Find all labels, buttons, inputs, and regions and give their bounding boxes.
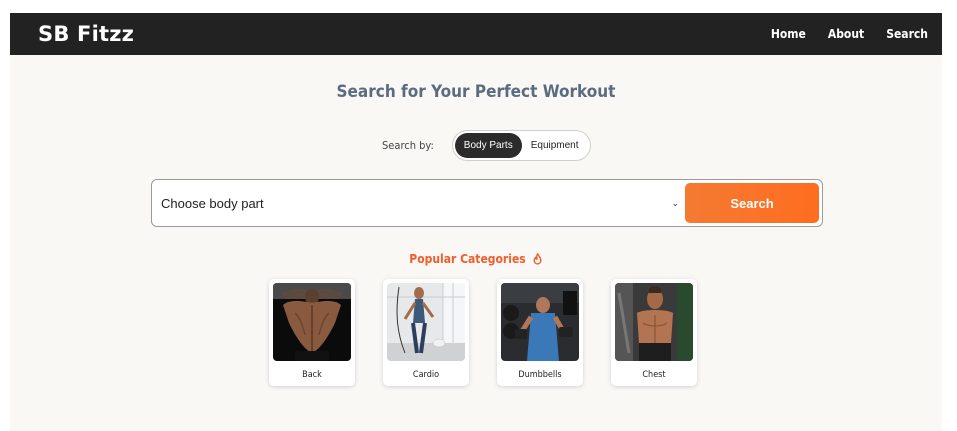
category-label-cardio: Cardio <box>412 370 440 380</box>
category-card-chest[interactable]: Chest <box>611 279 697 386</box>
category-card-back[interactable]: Back <box>269 279 355 386</box>
toggle-equipment[interactable]: Equipment <box>522 133 588 158</box>
search-by-label: Search by: <box>382 139 434 152</box>
popular-categories-title: Popular Categories <box>409 252 526 266</box>
category-label-dumbbells: Dumbbells <box>518 370 562 380</box>
fire-icon <box>533 252 542 265</box>
search-button[interactable]: Search <box>685 183 819 223</box>
category-card-cardio[interactable]: Cardio <box>383 279 469 386</box>
dumbbells-photo <box>501 283 579 361</box>
chest-photo <box>615 283 693 361</box>
search-bar: Choose body part ⌄ Search <box>151 179 823 227</box>
brand-logo[interactable]: SB Fitzz <box>38 22 134 46</box>
nav-link-search[interactable]: Search <box>886 27 928 41</box>
cardio-photo <box>387 283 465 361</box>
body-part-select[interactable]: Choose body part ⌄ <box>152 183 685 223</box>
toggle-body-parts[interactable]: Body Parts <box>454 133 522 158</box>
app-frame: SB Fitzz Home About Search Search for Yo… <box>10 13 942 431</box>
category-label-back: Back <box>302 370 322 380</box>
search-mode-toggle: Body Parts Equipment <box>451 130 591 161</box>
category-card-dumbbells[interactable]: Dumbbells <box>497 279 583 386</box>
back-photo <box>273 283 351 361</box>
category-cards: Back Cardio Dumbbells Chest <box>269 279 697 386</box>
page-title: Search for Your Perfect Workout <box>336 82 616 102</box>
body-part-select-value: Choose body part <box>161 195 264 211</box>
nav-link-about[interactable]: About <box>828 27 864 41</box>
nav-links: Home About Search <box>771 27 928 41</box>
chevron-down-icon: ⌄ <box>671 197 679 208</box>
popular-categories-heading: Popular Categories <box>10 252 942 266</box>
top-navbar: SB Fitzz Home About Search <box>10 13 942 55</box>
nav-link-home[interactable]: Home <box>771 27 806 41</box>
category-label-chest: Chest <box>642 370 666 380</box>
search-by-control: Search by: Body Parts Equipment <box>382 130 591 161</box>
